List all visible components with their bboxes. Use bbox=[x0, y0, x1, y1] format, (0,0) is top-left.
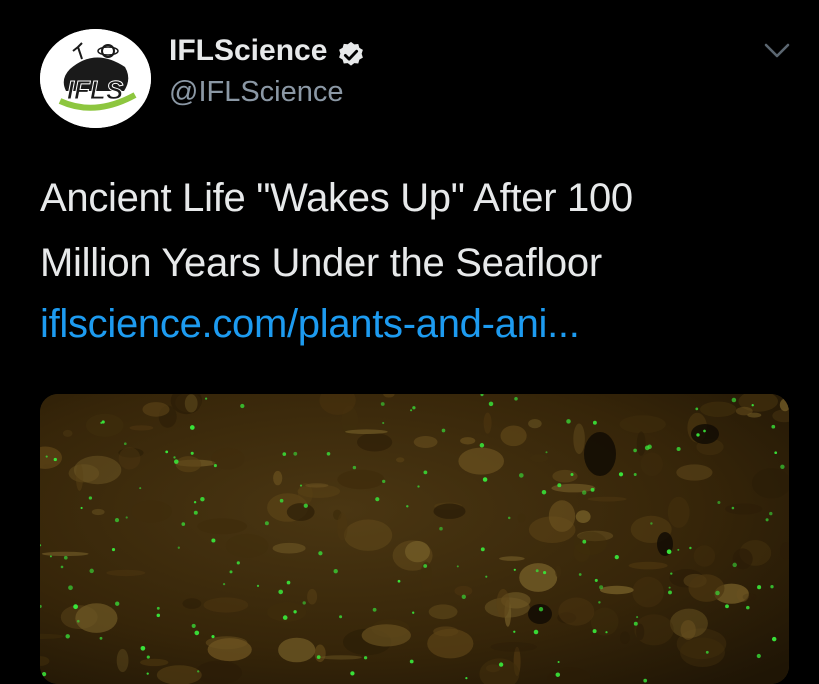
ifls-logo: IFLS bbox=[40, 29, 151, 128]
user-handle[interactable]: @IFLScience bbox=[169, 76, 344, 109]
tweet-text-line: Million Years Under the Seafloor bbox=[40, 241, 602, 285]
avatar[interactable]: IFLS bbox=[40, 29, 151, 128]
chevron-down-icon[interactable] bbox=[761, 34, 793, 66]
verified-badge-icon bbox=[339, 41, 363, 66]
article-link[interactable]: iflscience.com/plants-and-ani... bbox=[40, 294, 580, 354]
tweet-text: Ancient Life "Wakes Up" After 100 Millio… bbox=[40, 166, 780, 296]
microscopy-image bbox=[40, 394, 789, 684]
tweet-text-line: Ancient Life "Wakes Up" After 100 bbox=[40, 176, 633, 220]
display-name[interactable]: IFLScience bbox=[169, 34, 327, 68]
avatar-lettering: IFLS bbox=[67, 75, 124, 105]
tweet-media-image[interactable] bbox=[40, 394, 789, 684]
